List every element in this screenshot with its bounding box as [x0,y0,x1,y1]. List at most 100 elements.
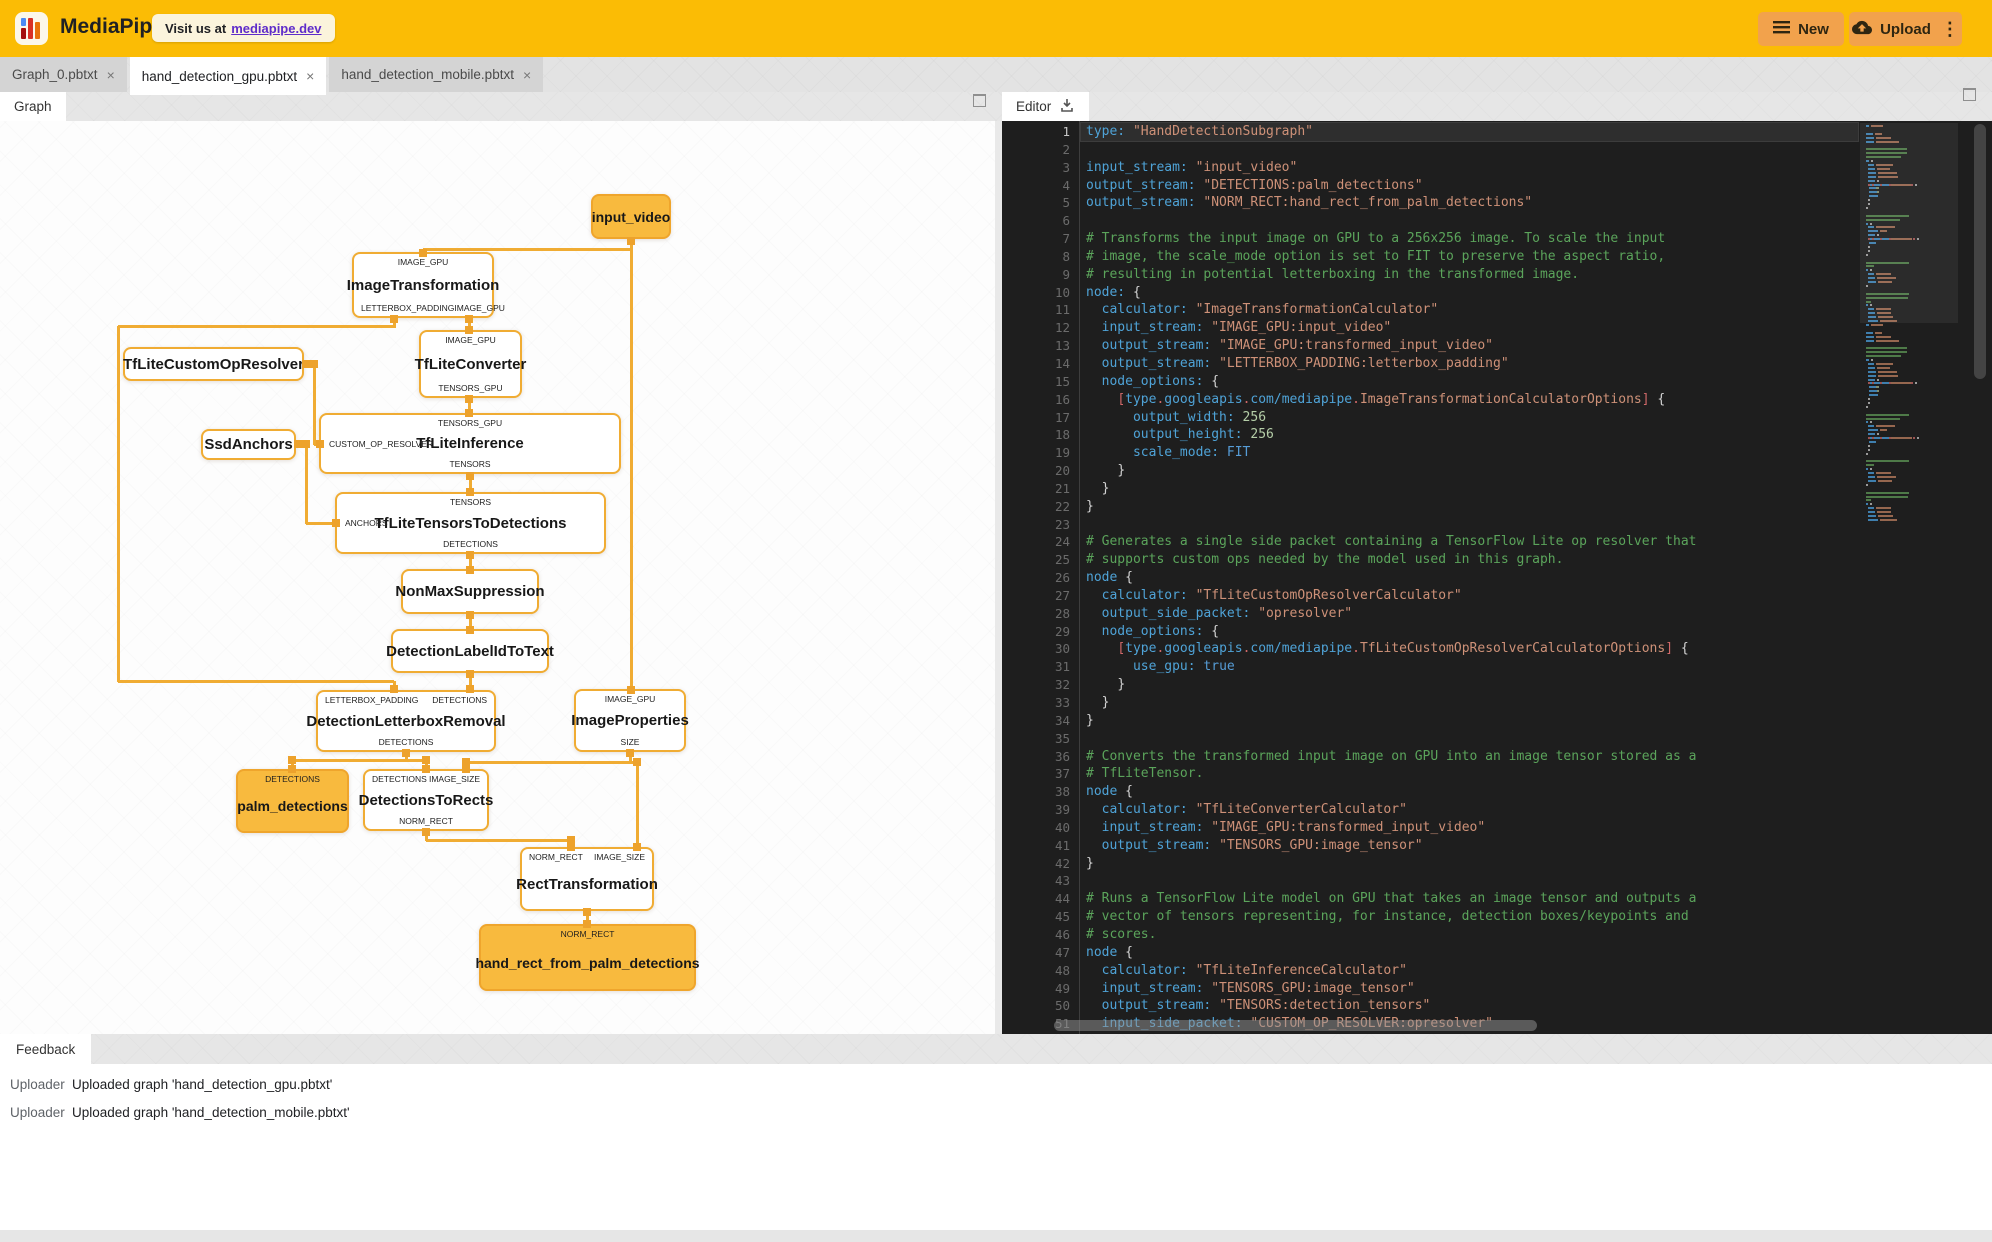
code-line[interactable]: } [1086,676,1858,694]
code-line[interactable]: } [1086,498,1858,516]
line-number[interactable]: 21 [1002,480,1079,498]
tab-feedback-panel[interactable]: Feedback [0,1034,92,1064]
code-editor[interactable]: 1 2 3 4 5 6 7 8 9 10 11 12 13 14 15 16 17 18 19 20 21 22 23 24 2… [1002,121,1992,1034]
line-number[interactable]: 27 [1002,587,1079,605]
line-number[interactable]: 43 [1002,872,1079,890]
tab-graph-0-pbtxt[interactable]: Graph_0.pbtxt × [0,57,127,92]
line-number[interactable]: 20 [1002,462,1079,480]
line-number[interactable]: 7 [1002,230,1079,248]
line-number[interactable]: 22 [1002,498,1079,516]
code-line[interactable]: # Transforms the input image on GPU to a… [1086,230,1858,248]
code-line[interactable] [1086,212,1858,230]
graph-node-detection-letterbox-removal[interactable]: LETTERBOX_PADDING DETECTIONS DetectionLe… [306,690,506,752]
graph-node-tflite-custom-op-resolver[interactable]: TfLiteCustomOpResolver [123,347,304,381]
line-number[interactable]: 15 [1002,373,1079,391]
tab-editor-panel[interactable]: Editor [1002,92,1090,121]
code-line[interactable]: scale_mode: FIT [1086,444,1858,462]
graph-node-rect-transformation[interactable]: NORM_RECT IMAGE_SIZE RectTransformation [516,847,658,911]
code-line[interactable]: output_stream: "DETECTIONS:palm_detectio… [1086,177,1858,195]
code-line[interactable]: # Runs a TensorFlow Lite model on GPU th… [1086,890,1858,908]
close-icon[interactable]: × [107,68,115,82]
maximize-editor-icon[interactable] [1963,88,1976,101]
line-number[interactable]: 49 [1002,980,1079,998]
kebab-menu-icon[interactable]: ⋮ [1941,20,1959,38]
code-line[interactable]: output_stream: "IMAGE_GPU:transformed_in… [1086,337,1858,355]
graph-node-tflite-inference[interactable]: TENSORS_GPU CUSTOM_OP_RESOLVER TfLiteInf… [319,413,621,474]
line-number[interactable]: 3 [1002,159,1079,177]
code-line[interactable]: # scores. [1086,926,1858,944]
graph-node-palm-detections[interactable]: DETECTIONS palm_detections [236,769,349,833]
code-line[interactable]: output_stream: "NORM_RECT:hand_rect_from… [1086,194,1858,212]
line-number[interactable]: 40 [1002,819,1079,837]
code-line[interactable]: } [1086,480,1858,498]
line-number[interactable]: 4 [1002,177,1079,195]
line-number[interactable]: 46 [1002,926,1079,944]
code-line[interactable]: [type.googleapis.com/mediapipe.TfLiteCus… [1086,640,1858,658]
line-number[interactable]: 47 [1002,944,1079,962]
line-number[interactable]: 6 [1002,212,1079,230]
line-number[interactable]: 44 [1002,890,1079,908]
line-number[interactable]: 48 [1002,962,1079,980]
graph-canvas[interactable]: input_video IMAGE_GPU ImageTransformatio… [0,121,995,1034]
line-number-gutter[interactable]: 1 2 3 4 5 6 7 8 9 10 11 12 13 14 15 16 17 18 19 20 21 22 23 24 2… [1002,121,1080,1034]
line-number[interactable]: 12 [1002,319,1079,337]
code-line[interactable]: # vector of tensors representing, for in… [1086,908,1858,926]
graph-node-detections-to-rects[interactable]: DETECTIONS IMAGE_SIZE DetectionsToRects … [359,769,493,831]
maximize-graph-icon[interactable] [973,94,986,107]
line-number[interactable]: 17 [1002,409,1079,427]
code-area[interactable]: type: "HandDetectionSubgraph" input_strea… [1080,121,1859,1033]
line-number[interactable]: 16 [1002,391,1079,409]
code-line[interactable]: calculator: "TfLiteCustomOpResolverCalcu… [1086,587,1858,605]
new-button[interactable]: New [1758,12,1844,46]
line-number[interactable]: 50 [1002,997,1079,1015]
tab-hand-detection-mobile-pbtxt[interactable]: hand_detection_mobile.pbtxt × [329,57,544,92]
code-line[interactable]: output_height: 256 [1086,426,1858,444]
line-number[interactable]: 1 [1002,123,1079,141]
code-line[interactable]: node: { [1086,284,1858,302]
code-line[interactable]: } [1086,694,1858,712]
code-line[interactable]: } [1086,712,1858,730]
code-line[interactable]: input_stream: "input_video" [1086,159,1858,177]
graph-node-tflite-tensors-to-detections[interactable]: TENSORS ANCHORS TfLiteTensorsToDetection… [335,492,606,554]
close-icon[interactable]: × [306,69,314,83]
line-number[interactable]: 32 [1002,676,1079,694]
code-line[interactable]: input_stream: "IMAGE_GPU:input_video" [1086,319,1858,337]
graph-node-image-properties[interactable]: IMAGE_GPU ImageProperties SIZE [571,689,689,752]
minimap-viewport[interactable] [1860,123,1958,323]
line-number[interactable]: 25 [1002,551,1079,569]
code-line[interactable]: calculator: "TfLiteInferenceCalculator" [1086,962,1858,980]
line-number[interactable]: 5 [1002,194,1079,212]
line-number[interactable]: 2 [1002,141,1079,159]
graph-node-detection-label-id-to-text[interactable]: DetectionLabelIdToText [386,629,554,673]
code-line[interactable]: input_stream: "TENSORS_GPU:image_tensor" [1086,980,1858,998]
horizontal-scrollbar[interactable] [1054,1020,1537,1031]
code-line[interactable]: } [1086,855,1858,873]
line-number[interactable]: 10 [1002,284,1079,302]
code-line[interactable] [1086,730,1858,748]
line-number[interactable]: 33 [1002,694,1079,712]
code-line[interactable] [1086,872,1858,890]
graph-node-image-transformation[interactable]: IMAGE_GPU ImageTransformation LETTERBOX_… [347,252,505,318]
close-icon[interactable]: × [523,68,531,82]
code-line[interactable]: output_stream: "TENSORS:detection_tensor… [1086,997,1858,1015]
code-line[interactable] [1086,516,1858,534]
line-number[interactable]: 36 [1002,748,1079,766]
line-number[interactable]: 23 [1002,516,1079,534]
graph-node-input-video[interactable]: input_video [591,194,671,239]
code-line[interactable] [1086,141,1858,159]
code-line[interactable]: # Converts the transformed input image o… [1086,748,1858,766]
line-number[interactable]: 41 [1002,837,1079,855]
code-line[interactable]: # Generates a single side packet contain… [1086,533,1858,551]
line-number[interactable]: 34 [1002,712,1079,730]
tab-hand-detection-gpu-pbtxt[interactable]: hand_detection_gpu.pbtxt × [129,57,327,95]
line-number[interactable]: 19 [1002,444,1079,462]
code-line[interactable]: use_gpu: true [1086,658,1858,676]
code-line[interactable]: output_width: 256 [1086,409,1858,427]
upload-button[interactable]: Upload ⋮ [1849,12,1962,46]
code-line[interactable]: node_options: { [1086,623,1858,641]
graph-node-ssd-anchors[interactable]: SsdAnchors [201,429,296,460]
line-number[interactable]: 29 [1002,623,1079,641]
code-line[interactable]: node { [1086,944,1858,962]
line-number[interactable]: 18 [1002,426,1079,444]
line-number[interactable]: 37 [1002,765,1079,783]
